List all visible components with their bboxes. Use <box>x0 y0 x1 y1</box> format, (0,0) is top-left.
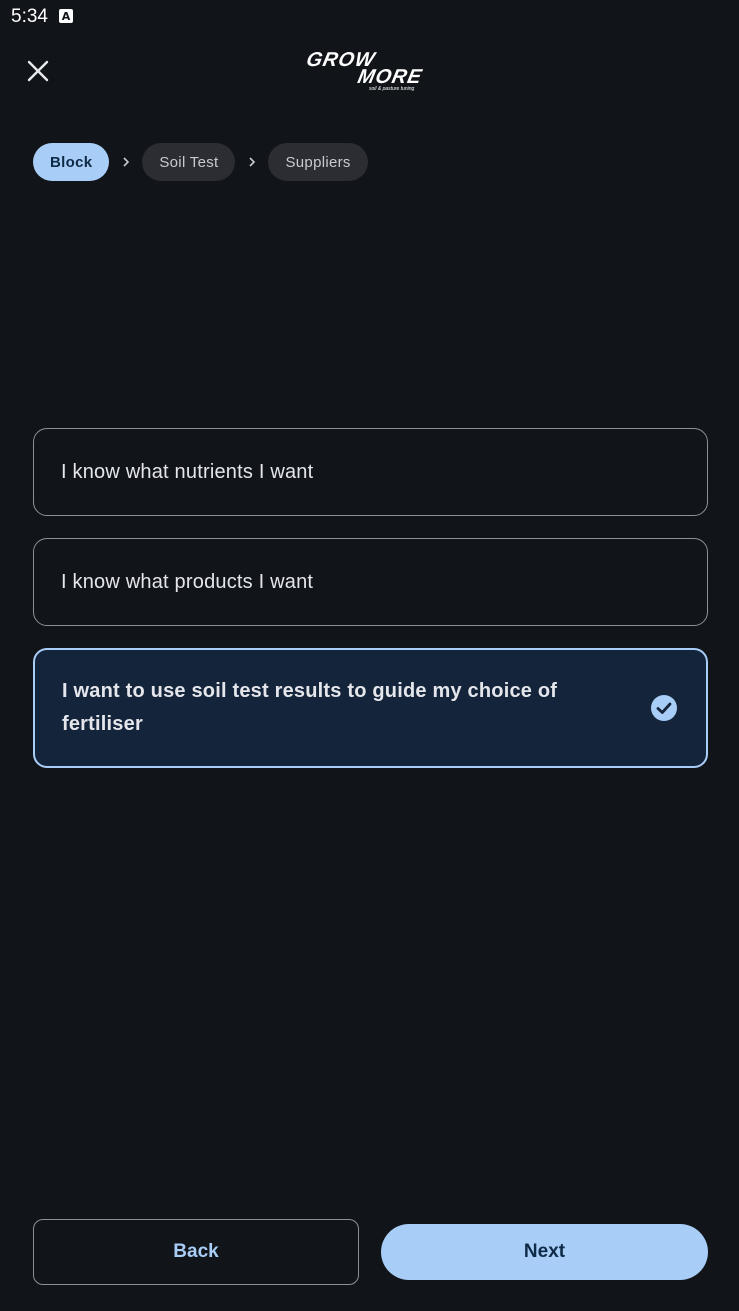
option-soil-test[interactable]: I want to use soil test results to guide… <box>33 648 708 768</box>
status-time: 5:34 <box>11 6 48 27</box>
logo-bottom-text: MORE <box>356 66 425 88</box>
breadcrumb-step-soil-test[interactable]: Soil Test <box>142 143 236 181</box>
breadcrumb: Block Soil Test Suppliers <box>33 143 368 181</box>
option-label: I know what nutrients I want <box>61 460 314 483</box>
breadcrumb-step-block[interactable]: Block <box>33 143 110 181</box>
breadcrumb-step-suppliers[interactable]: Suppliers <box>268 143 368 181</box>
option-list: I know what nutrients I want I know what… <box>33 428 708 768</box>
option-label: I know what products I want <box>61 570 314 593</box>
a-icon: A <box>59 9 73 23</box>
next-button[interactable]: Next <box>381 1224 708 1280</box>
logo-tagline: soil & pasture tuning <box>369 86 415 92</box>
status-bar: 5:34 A <box>0 0 739 34</box>
chevron-right-icon <box>235 156 268 168</box>
option-label: I want to use soil test results to guide… <box>62 680 558 735</box>
grow-more-logo: GROW MORE soil & pasture tuning <box>304 44 435 96</box>
back-button[interactable]: Back <box>33 1219 359 1285</box>
a-icon-letter: A <box>61 9 71 23</box>
close-icon <box>27 60 49 82</box>
check-circle-icon <box>651 695 677 721</box>
chevron-right-icon <box>109 156 142 168</box>
close-button[interactable] <box>22 55 54 87</box>
option-products[interactable]: I know what products I want <box>33 538 708 626</box>
option-nutrients[interactable]: I know what nutrients I want <box>33 428 708 516</box>
